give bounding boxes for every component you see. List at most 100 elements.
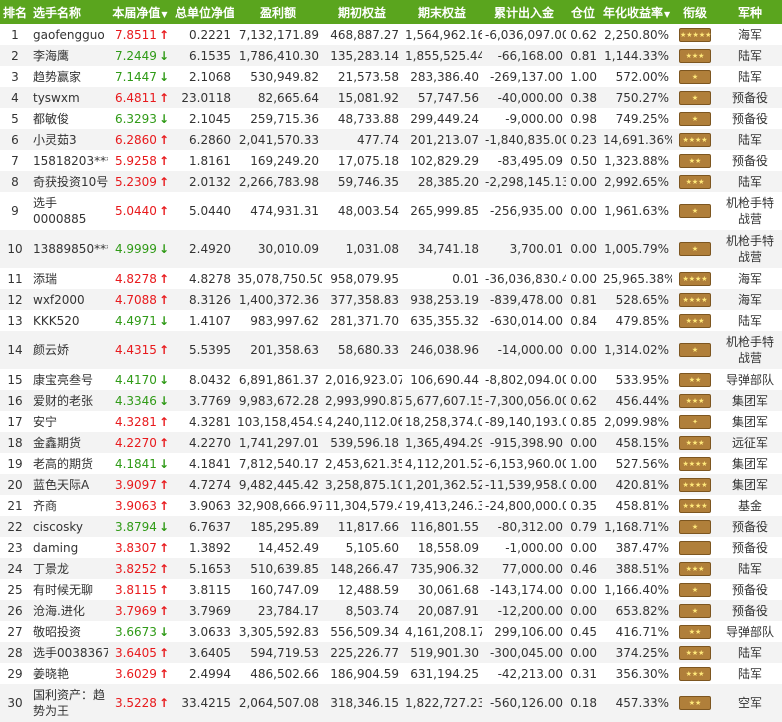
table-row[interactable]: 6 小灵茹3 6.2860 ↑ 6.2860 2,041,570.33 477.74 201,… — [0, 129, 782, 150]
table-row[interactable]: 4 tyswxm 6.4811 ↑ 23.0118 82,665.64 15,081.92 5… — [0, 87, 782, 108]
player-name-link[interactable]: 爱财的老张 — [30, 390, 108, 411]
header-rank[interactable]: 排名 — [0, 0, 30, 24]
table-row[interactable]: 26 沧海.进化 3.7969 ↑ 3.7969 23,784.17 8,503.74 20,… — [0, 600, 782, 621]
table-row[interactable]: 22 ciscosky 3.8794 ↓ 6.7637 185,295.89 11,817.… — [0, 516, 782, 537]
annual-return-cell: 456.44% — [600, 390, 672, 411]
player-name-link[interactable]: 国利资产：趋势为王 — [30, 684, 108, 722]
nav-cell: 3.5228 ↑ — [108, 684, 172, 722]
player-name-link[interactable]: 蓝色天际A — [30, 474, 108, 495]
player-name-link[interactable]: 13889850*** — [30, 230, 108, 268]
player-name-link[interactable]: wxf2000 — [30, 289, 108, 310]
player-name-link[interactable]: 都敏俊 — [30, 108, 108, 129]
unit-nav-cell: 3.9063 — [189, 498, 231, 513]
player-name-link[interactable]: 丁景龙 — [30, 558, 108, 579]
player-name-link[interactable]: 选手0038367 — [30, 642, 108, 663]
table-row[interactable]: 13 KKK520 4.4971 ↓ 1.4107 983,997.62 281,371.7… — [0, 310, 782, 331]
header-nav[interactable]: 本届净值▼ — [108, 0, 172, 24]
table-row[interactable]: 21 齐商 3.9063 ↑ 3.9063 32,908,666.97 11,304,579… — [0, 495, 782, 516]
nav-cell: 6.4811 ↑ — [108, 87, 172, 108]
army-cell: 海军 — [737, 272, 762, 286]
sort-desc-icon[interactable]: ▼ — [161, 10, 167, 19]
table-row[interactable]: 23 daming 3.8307 ↑ 1.3892 14,452.49 5,105.60 18… — [0, 537, 782, 558]
player-name-link[interactable]: 有时候无聊 — [30, 579, 108, 600]
header-annual-label: 年化收益率 — [603, 5, 664, 20]
player-name-link[interactable]: 颜云娇 — [30, 331, 108, 369]
header-army[interactable]: 军种 — [718, 0, 782, 24]
player-name-link[interactable]: 趋势赢家 — [30, 66, 108, 87]
end-equity-cell: 20,087.91 — [402, 600, 482, 621]
header-net-flow[interactable]: 累计出入金 — [482, 0, 566, 24]
player-name-link[interactable]: 金鑫期货 — [30, 432, 108, 453]
rank-insignia-icon: ★ — [679, 519, 711, 534]
unit-nav-cell: 33.4215 — [172, 684, 234, 722]
table-row[interactable]: 25 有时候无聊 3.8115 ↑ 3.8115 160,747.09 12,488.59 3… — [0, 579, 782, 600]
table-row[interactable]: 14 颜云娇 4.4315 ↑ 5.5395 201,358.63 58,680.33 246… — [0, 331, 782, 369]
table-row[interactable]: 30 国利资产：趋势为王 3.5228 ↑ 33.4215 2,064,507.08 318… — [0, 684, 782, 722]
player-name-link[interactable]: 老高的期货 — [30, 453, 108, 474]
table-row[interactable]: 19 老高的期货 4.1841 ↓ 4.1841 7,812,540.17 2,453,62… — [0, 453, 782, 474]
header-name[interactable]: 选手名称 — [30, 0, 108, 24]
table-row[interactable]: 2 李海鹰 7.2449 ↓ 6.1535 1,786,410.30 135,283.14 1… — [0, 45, 782, 66]
player-name-link[interactable]: 李海鹰 — [30, 45, 108, 66]
nav-value: 3.6673 — [114, 624, 157, 639]
header-end-equity[interactable]: 期末权益 — [402, 0, 482, 24]
table-row[interactable]: 27 敬昭投资 3.6673 ↓ 3.0633 3,305,592.83 556,509.3… — [0, 621, 782, 642]
header-position[interactable]: 仓位 — [566, 0, 600, 24]
table-row[interactable]: 12 wxf2000 4.7088 ↑ 8.3126 1,400,372.36 377,35… — [0, 289, 782, 310]
arrow-up-icon: ↑ — [158, 477, 169, 492]
profit-cell: 2,041,570.33 — [234, 129, 322, 150]
end-equity-cell: 5,677,607.15 — [402, 390, 482, 411]
table-row[interactable]: 9 选手0000885 5.0440 ↑ 5.0440 474,931.31 48,003.… — [0, 192, 782, 230]
table-row[interactable]: 3 趋势赢家 7.1447 ↓ 2.1068 530,949.82 21,573.58 283… — [0, 66, 782, 87]
table-row[interactable]: 7 15818203*** 5.9258 ↑ 1.8161 169,249.20 17,07… — [0, 150, 782, 171]
player-name-link[interactable]: tyswxm — [30, 87, 108, 108]
player-name-link[interactable]: 姜晓艳 — [30, 663, 108, 684]
rank-insignia-icon: ★★★ — [679, 645, 711, 660]
player-name-link[interactable]: 添瑞 — [30, 268, 108, 289]
nav-value: 3.6405 — [114, 645, 157, 660]
table-row[interactable]: 1 gaofengguo 7.8511 ↑ 0.2221 7,132,171.89 468,… — [0, 24, 782, 45]
table-row[interactable]: 16 爱财的老张 4.3346 ↓ 3.7769 9,983,672.28 2,993,99… — [0, 390, 782, 411]
army-cell: 陆军 — [718, 171, 782, 192]
table-row[interactable]: 15 康宝亮叁号 4.4170 ↓ 8.0432 6,891,861.37 2,016,92… — [0, 369, 782, 390]
table-row[interactable]: 20 蓝色天际A 3.9097 ↑ 4.7274 9,482,445.42 3,258,87… — [0, 474, 782, 495]
table-row[interactable]: 18 金鑫期货 4.2270 ↑ 4.2270 1,741,297.01 539,596.1… — [0, 432, 782, 453]
player-name-link[interactable]: 15818203*** — [30, 150, 108, 171]
header-start-equity[interactable]: 期初权益 — [322, 0, 402, 24]
player-name-link[interactable]: 齐商 — [30, 495, 108, 516]
table-row[interactable]: 28 选手0038367 3.6405 ↑ 3.6405 594,719.53 225,22… — [0, 642, 782, 663]
player-name-link[interactable]: 奇获投资10号 — [30, 171, 108, 192]
player-name-link[interactable]: 选手0000885 — [30, 192, 108, 230]
rank-insignia-icon: ★★★★ — [679, 498, 711, 513]
profit-cell: 983,997.62 — [250, 313, 319, 328]
table-row[interactable]: 5 都敏俊 6.3293 ↓ 2.1045 259,715.36 48,733.88 299,… — [0, 108, 782, 129]
arrow-up-icon: ↑ — [158, 271, 169, 286]
player-name-link[interactable]: 敬昭投资 — [30, 621, 108, 642]
sort-desc-icon[interactable]: ▼ — [664, 10, 670, 19]
player-name-link[interactable]: 康宝亮叁号 — [30, 369, 108, 390]
army-cell: 陆军 — [718, 45, 782, 66]
player-name-link[interactable]: KKK520 — [30, 310, 108, 331]
header-grade[interactable]: 衔级 — [672, 0, 718, 24]
table-row[interactable]: 29 姜晓艳 3.6029 ↑ 2.4994 486,502.66 186,904.59 63… — [0, 663, 782, 684]
table-row[interactable]: 11 添瑞 4.8278 ↑ 4.8278 35,078,750.50 958,079.95… — [0, 268, 782, 289]
table-row[interactable]: 10 13889850*** 4.9999 ↓ 2.4920 30,010.09 1,031… — [0, 230, 782, 268]
player-name-link[interactable]: ciscosky — [30, 516, 108, 537]
insignia-stars: ★★★★ — [682, 274, 708, 283]
header-unit-nav[interactable]: 总单位净值 — [172, 0, 234, 24]
net-flow-cell: -40,000.00 — [482, 87, 566, 108]
table-row[interactable]: 24 丁景龙 3.8252 ↑ 5.1653 510,639.85 148,266.47 73… — [0, 558, 782, 579]
nav-cell: 3.6673 ↓ — [108, 621, 172, 642]
unit-nav-cell: 1.4107 — [189, 313, 231, 328]
rank-cell: 19 — [7, 456, 23, 471]
header-annual[interactable]: 年化收益率▼ — [600, 0, 672, 24]
table-row[interactable]: 8 奇获投资10号 5.2309 ↑ 2.0132 2,266,783.98 59,746.… — [0, 171, 782, 192]
player-name-link[interactable]: daming — [30, 537, 108, 558]
nav-cell: 6.3293 ↓ — [108, 108, 172, 129]
player-name-link[interactable]: 沧海.进化 — [30, 600, 108, 621]
header-profit[interactable]: 盈利额 — [234, 0, 322, 24]
table-row[interactable]: 17安宁4.3281↑4.3281103,158,454.994,240,112… — [0, 411, 782, 432]
player-name-link[interactable]: 安宁 — [30, 411, 108, 432]
player-name-link[interactable]: 小灵茹3 — [30, 129, 108, 150]
player-name-link[interactable]: gaofengguo — [30, 24, 108, 45]
